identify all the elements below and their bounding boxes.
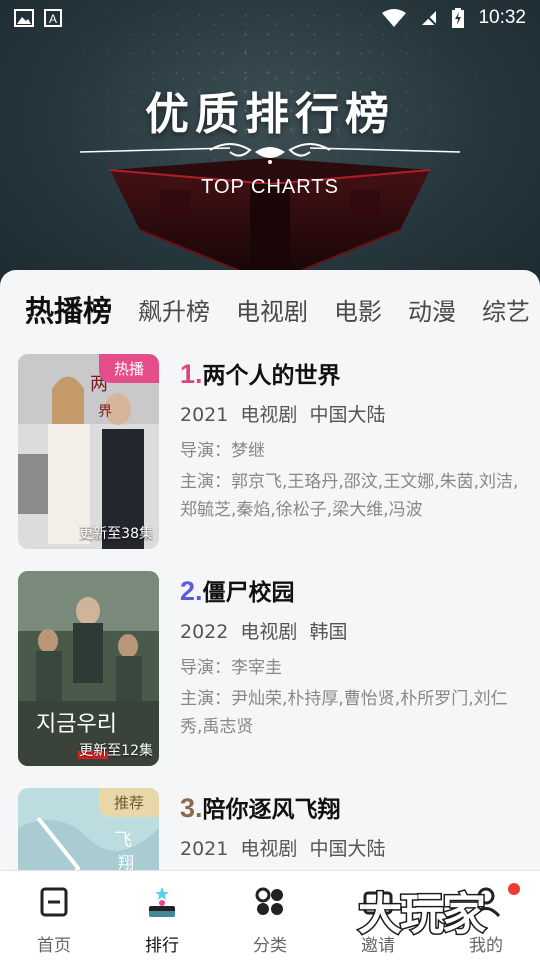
ranking-panel: 热播榜 飙升榜 电视剧 电影 动漫 综艺 两 界 热播 更新至38集 1.两个人…: [0, 270, 540, 870]
item-title: 僵尸校园: [202, 580, 295, 606]
item-director: 导演：李宰圭: [180, 658, 282, 678]
item-info: 1.两个人的世界 2021 电视剧 中国大陆 导演：梦继 主演：郭京飞,王珞丹,…: [180, 356, 525, 524]
item-category: 电视剧: [240, 404, 298, 426]
header-banner: A 10:32 优质排行榜 TOP CHARTS: [0, 0, 540, 300]
item-year: 2021: [180, 404, 229, 426]
nav-home[interactable]: 首页: [0, 871, 108, 960]
tab-hot[interactable]: 热播榜: [25, 288, 112, 330]
item-region: 韩国: [309, 621, 348, 643]
svg-text:翔: 翔: [118, 853, 134, 870]
home-icon: [40, 887, 68, 917]
rank-number: 2.: [180, 576, 203, 606]
ornament-divider-decoration: [80, 143, 460, 164]
item-region: 中国大陆: [309, 838, 386, 860]
nav-ranking-label: 排行: [145, 936, 179, 956]
poster-art: 两 界: [18, 354, 159, 549]
nav-ranking[interactable]: 排行: [108, 871, 216, 960]
status-bar: A 10:32: [0, 0, 540, 36]
svg-text:A: A: [49, 12, 57, 26]
item-category: 电视剧: [240, 838, 298, 860]
nav-category[interactable]: 分类: [216, 871, 324, 960]
rank-number: 3.: [180, 793, 203, 823]
item-info: 3.陪你逐风飞翔 2021 电视剧 中国大陆: [180, 790, 525, 862]
banner-subtitle: TOP CHARTS: [201, 176, 339, 198]
list-item[interactable]: 飞 翔 推荐 3.陪你逐风飞翔 2021 电视剧 中国大陆: [0, 788, 540, 870]
item-category: 电视剧: [240, 621, 298, 643]
clock-time: 10:32: [478, 7, 526, 28]
tab-tv-series[interactable]: 电视剧: [236, 292, 308, 327]
status-badge: 推荐: [99, 788, 159, 817]
item-title: 两个人的世界: [202, 363, 341, 389]
svg-text:飞: 飞: [114, 830, 132, 851]
item-title: 陪你逐风飞翔: [202, 797, 341, 823]
item-cast: 主演：尹灿荣,朴持厚,曹怡贤,朴所罗门,刘仁秀,禹志贤: [180, 689, 508, 737]
item-meta: 2021 电视剧 中国大陆: [180, 400, 525, 428]
item-title-row[interactable]: 3.陪你逐风飞翔: [180, 790, 525, 826]
wifi-icon: [382, 9, 407, 27]
ranking-list: 两 界 热播 更新至38集 1.两个人的世界 2021 电视剧 中国大陆 导演：…: [0, 354, 540, 870]
item-cast: 主演：郭京飞,王珞丹,邵汶,王文娜,朱茵,刘洁,郑毓芝,秦焰,徐松子,梁大维,冯…: [180, 472, 519, 520]
list-item[interactable]: 两 界 热播 更新至38集 1.两个人的世界 2021 电视剧 中国大陆 导演：…: [0, 354, 540, 571]
nav-home-label: 首页: [37, 936, 71, 956]
item-director: 导演：梦继: [180, 441, 265, 461]
status-badge: 热播: [99, 354, 159, 383]
item-meta: 2021 电视剧 中国大陆: [180, 834, 525, 862]
svg-text:지금우리: 지금우리: [36, 712, 117, 737]
item-region: 中国大陆: [309, 404, 386, 426]
app-notification-icon: A: [44, 9, 62, 27]
tab-anime[interactable]: 动漫: [408, 292, 456, 327]
category-icon: [255, 887, 283, 915]
nav-category-label: 分类: [253, 936, 287, 956]
category-tabs: 热播榜 飙升榜 电视剧 电影 动漫 综艺: [0, 284, 540, 334]
item-year: 2021: [180, 838, 229, 860]
banner-title: 优质排行榜: [145, 89, 395, 140]
notification-dot: [508, 883, 520, 895]
no-signal-icon: [421, 10, 438, 26]
image-notification-icon: [14, 9, 34, 27]
poster-image[interactable]: 지금우리 更新至12集: [18, 571, 159, 766]
list-item[interactable]: 지금우리 更新至12集 2.僵尸校园 2022 电视剧 韩国 导演：李宰圭 主演…: [0, 571, 540, 788]
item-meta: 2022 电视剧 韩国: [180, 617, 525, 645]
tab-variety[interactable]: 综艺: [482, 292, 530, 327]
poster-image[interactable]: 两 界 热播 更新至38集: [18, 354, 159, 549]
rank-icon: [149, 887, 175, 917]
item-year: 2022: [180, 621, 229, 643]
poster-art: 지금우리: [18, 571, 159, 766]
tab-rising[interactable]: 飙升榜: [138, 292, 210, 327]
episode-count: 更新至12集: [79, 743, 153, 759]
tab-movie[interactable]: 电影: [334, 292, 382, 327]
item-title-row[interactable]: 1.两个人的世界: [180, 356, 525, 392]
rank-number: 1.: [180, 359, 203, 389]
watermark-logo: 大玩家: [357, 888, 488, 942]
poster-image[interactable]: 飞 翔 推荐: [18, 788, 159, 870]
episode-count: 更新至38集: [79, 526, 153, 542]
item-info: 2.僵尸校园 2022 电视剧 韩国 导演：李宰圭 主演：尹灿荣,朴持厚,曹怡贤…: [180, 573, 525, 741]
battery-icon: [452, 8, 465, 28]
svg-text:界: 界: [98, 404, 112, 420]
item-title-row[interactable]: 2.僵尸校园: [180, 573, 525, 609]
